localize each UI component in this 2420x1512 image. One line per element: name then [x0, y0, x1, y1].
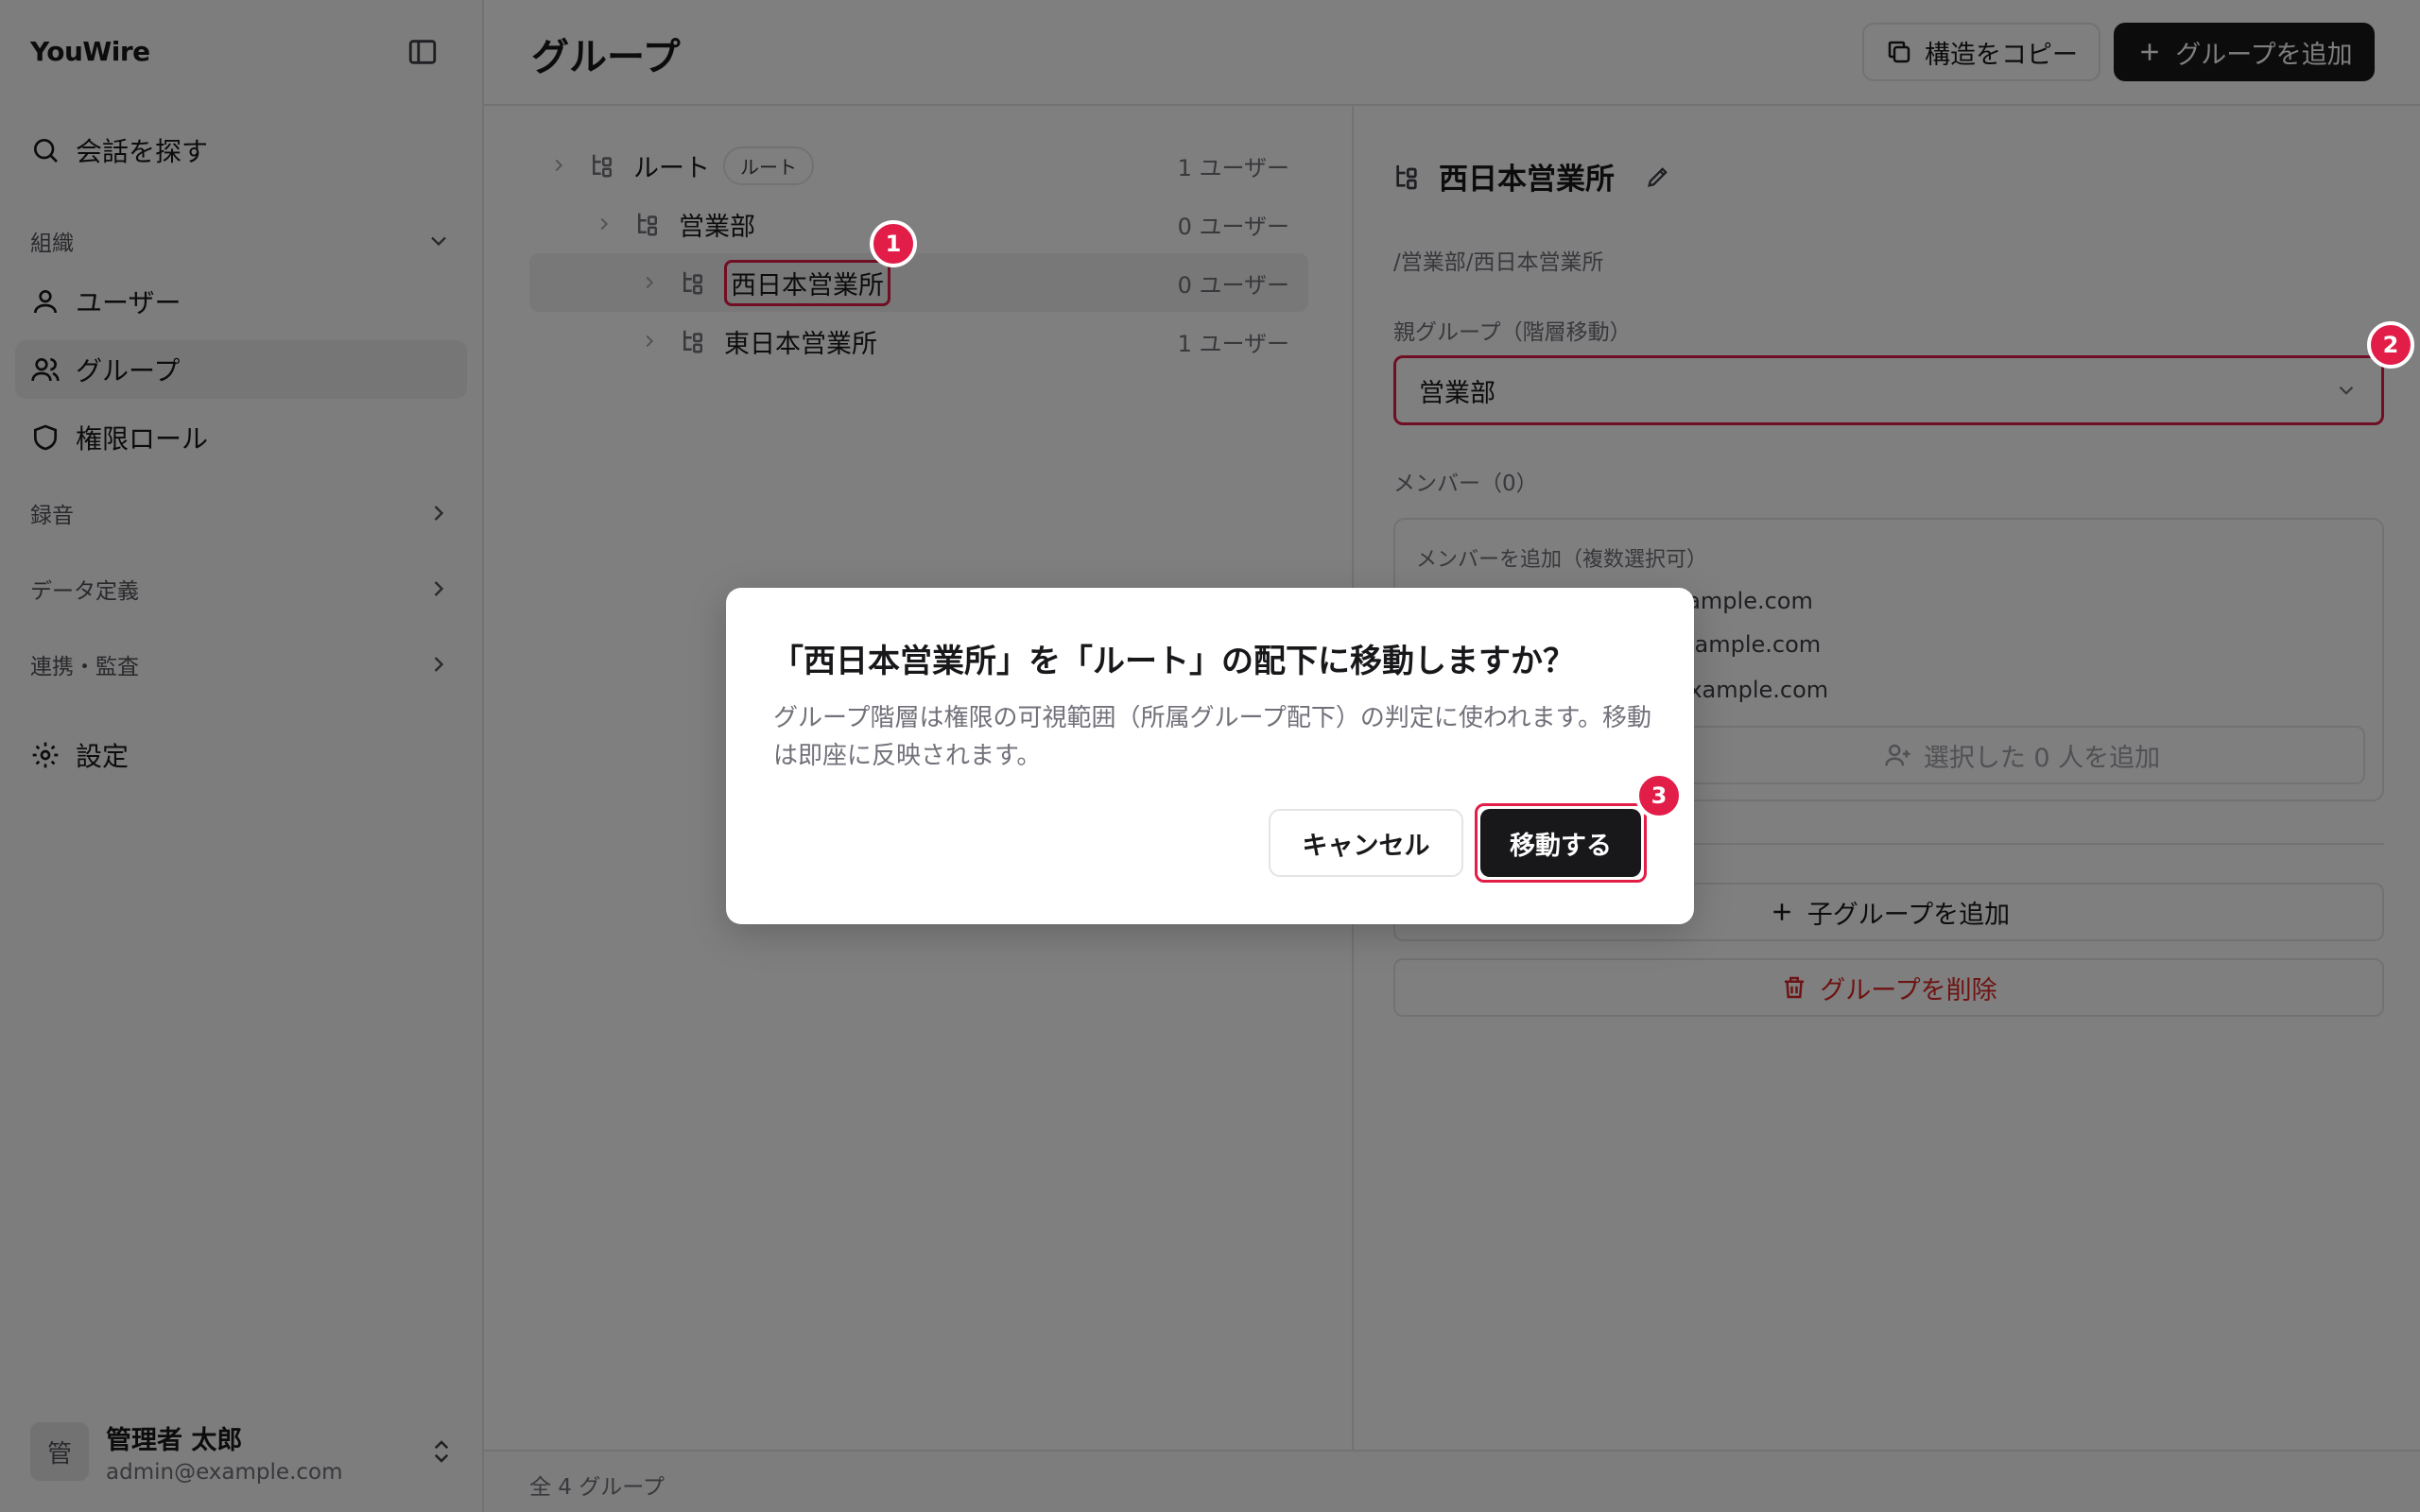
confirm-highlight: 移動する	[1475, 803, 1647, 883]
confirm-move-button[interactable]: 移動する	[1480, 809, 1641, 877]
step-marker-1: 1	[870, 220, 917, 267]
dialog-description: グループ階層は権限の可視範囲（所属グループ配下）の判定に使われます。移動は即座に…	[773, 704, 1651, 770]
step-marker-3: 3	[1635, 772, 1683, 819]
move-confirm-dialog: 「西日本営業所」を「ルート」の配下に移動しますか？ グループ階層は権限の可視範囲…	[726, 588, 1694, 924]
step-marker-2: 2	[2367, 321, 2414, 369]
dialog-title: 「西日本営業所」を「ルート」の配下に移動しますか？	[771, 643, 1575, 680]
cancel-button[interactable]: キャンセル	[1269, 809, 1463, 877]
